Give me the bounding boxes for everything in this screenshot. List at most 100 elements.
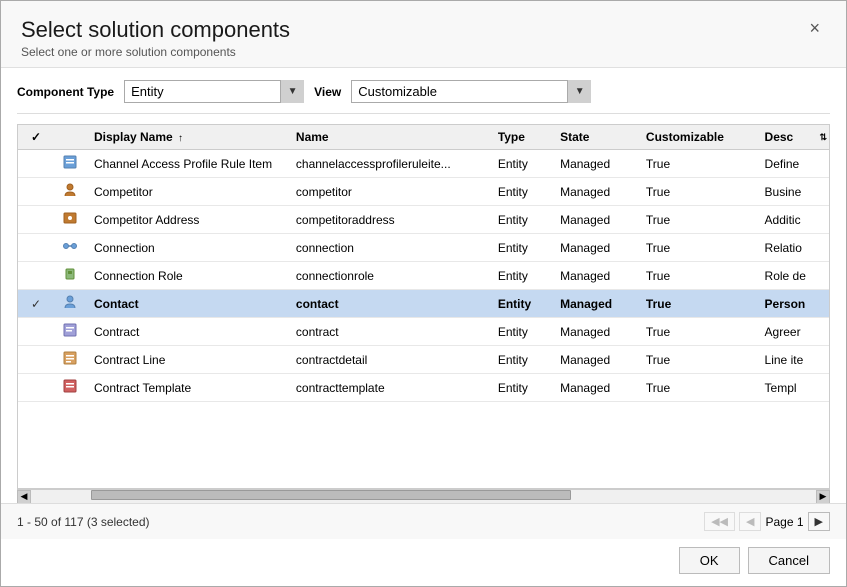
row-icon: [54, 318, 86, 346]
desc-sort-arrows[interactable]: ⇅: [819, 125, 829, 149]
dialog-title: Select solution components: [21, 17, 290, 43]
select-solution-components-dialog: Select solution components Select one or…: [0, 0, 847, 587]
scroll-thumb[interactable]: [91, 490, 571, 500]
row-check[interactable]: ✓: [18, 290, 54, 318]
type-cell: Entity: [490, 206, 552, 234]
table-row[interactable]: Contract Template contracttemplate Entit…: [18, 374, 829, 402]
table-row[interactable]: Contract Line contractdetail Entity Mana…: [18, 346, 829, 374]
selected-checkmark: ✓: [31, 297, 41, 311]
entity-icon: [62, 154, 78, 170]
col-header-check: ✓: [18, 125, 54, 150]
sort-asc-icon: ↑: [178, 133, 183, 144]
ok-button[interactable]: OK: [679, 547, 740, 574]
row-icon: [54, 262, 86, 290]
entity-icon: [62, 378, 78, 394]
row-check[interactable]: [18, 318, 54, 346]
display-name-cell: Contract Line: [86, 346, 288, 374]
display-name-cell: Contact: [86, 290, 288, 318]
customizable-cell: True: [638, 262, 757, 290]
row-check[interactable]: [18, 374, 54, 402]
col-header-type[interactable]: Type: [490, 125, 552, 150]
dialog-body: Component Type Entity Attribute Form Vie…: [1, 68, 846, 503]
customizable-cell: True: [638, 374, 757, 402]
table-row[interactable]: Connection connection Entity Managed Tru…: [18, 234, 829, 262]
desc-cell: Busine: [757, 178, 829, 206]
col-header-customizable[interactable]: Customizable: [638, 125, 757, 150]
table-container: ✓ Display Name ↑ Name Type State Customi…: [17, 124, 830, 489]
display-name-cell: Connection Role: [86, 262, 288, 290]
table-row[interactable]: ✓ Contact contact Entity Managed True: [18, 290, 829, 318]
table-row[interactable]: Competitor competitor Entity Managed Tru…: [18, 178, 829, 206]
state-cell: Managed: [552, 374, 638, 402]
col-header-display-name[interactable]: Display Name ↑: [86, 125, 288, 150]
desc-cell: Templ: [757, 374, 829, 402]
display-name-cell: Connection: [86, 234, 288, 262]
view-select[interactable]: Customizable All Managed Unmanaged: [351, 80, 591, 103]
entity-icon: [62, 210, 78, 226]
type-cell: Entity: [490, 346, 552, 374]
pagination: ◀◀ ◀ Page 1 ▶: [704, 512, 830, 531]
page-label: Page 1: [765, 515, 803, 529]
name-cell: competitoraddress: [288, 206, 490, 234]
dialog-footer: 1 - 50 of 117 (3 selected) ◀◀ ◀ Page 1 ▶: [1, 503, 846, 539]
table-row[interactable]: Channel Access Profile Rule Item channel…: [18, 150, 829, 178]
prev-page-button[interactable]: ◀: [739, 512, 761, 531]
action-buttons: OK Cancel: [1, 539, 846, 586]
state-cell: Managed: [552, 318, 638, 346]
dialog-subtitle: Select one or more solution components: [21, 45, 290, 59]
next-page-button[interactable]: ▶: [808, 512, 830, 531]
table-row[interactable]: Contract contract Entity Managed True Ag…: [18, 318, 829, 346]
desc-cell: Line ite: [757, 346, 829, 374]
desc-cell: Person: [757, 290, 829, 318]
display-name-cell: Competitor Address: [86, 206, 288, 234]
status-text: 1 - 50 of 117 (3 selected): [17, 515, 150, 529]
display-name-cell: Channel Access Profile Rule Item: [86, 150, 288, 178]
name-cell: competitor: [288, 178, 490, 206]
row-check[interactable]: [18, 150, 54, 178]
row-check[interactable]: [18, 178, 54, 206]
row-check[interactable]: [18, 346, 54, 374]
type-cell: Entity: [490, 318, 552, 346]
close-button[interactable]: ×: [803, 17, 826, 39]
name-cell: connection: [288, 234, 490, 262]
dialog-header: Select solution components Select one or…: [1, 1, 846, 68]
entity-icon: [62, 266, 78, 282]
row-check[interactable]: [18, 234, 54, 262]
state-cell: Managed: [552, 234, 638, 262]
entity-icon: [62, 322, 78, 338]
scroll-left-arrow[interactable]: ◀: [17, 490, 31, 504]
col-header-name[interactable]: Name: [288, 125, 490, 150]
horizontal-scrollbar[interactable]: ◀ ▶: [17, 489, 830, 503]
state-cell: Managed: [552, 206, 638, 234]
col-header-state[interactable]: State: [552, 125, 638, 150]
entity-icon: [62, 350, 78, 366]
view-label: View: [314, 85, 341, 99]
desc-cell: Agreer: [757, 318, 829, 346]
col-header-icon: [54, 125, 86, 150]
row-check[interactable]: [18, 206, 54, 234]
state-cell: Managed: [552, 178, 638, 206]
table-row[interactable]: Competitor Address competitoraddress Ent…: [18, 206, 829, 234]
row-check[interactable]: [18, 262, 54, 290]
component-type-label: Component Type: [17, 85, 114, 99]
component-type-select[interactable]: Entity Attribute Form View Chart Web Res…: [124, 80, 304, 103]
customizable-cell: True: [638, 234, 757, 262]
row-icon: [54, 374, 86, 402]
state-cell: Managed: [552, 262, 638, 290]
type-cell: Entity: [490, 290, 552, 318]
desc-cell: Role de: [757, 262, 829, 290]
table-row[interactable]: Connection Role connectionrole Entity Ma…: [18, 262, 829, 290]
cancel-button[interactable]: Cancel: [748, 547, 830, 574]
display-name-cell: Competitor: [86, 178, 288, 206]
customizable-cell: True: [638, 318, 757, 346]
desc-cell: Relatio: [757, 234, 829, 262]
type-cell: Entity: [490, 262, 552, 290]
desc-cell: Additic: [757, 206, 829, 234]
col-header-description: Desc ⇅: [757, 125, 829, 150]
first-page-button[interactable]: ◀◀: [704, 512, 735, 531]
name-cell: connectionrole: [288, 262, 490, 290]
table-body: Channel Access Profile Rule Item channel…: [18, 150, 829, 402]
entity-icon: [62, 238, 78, 254]
scroll-right-arrow[interactable]: ▶: [816, 490, 830, 504]
display-name-cell: Contract Template: [86, 374, 288, 402]
